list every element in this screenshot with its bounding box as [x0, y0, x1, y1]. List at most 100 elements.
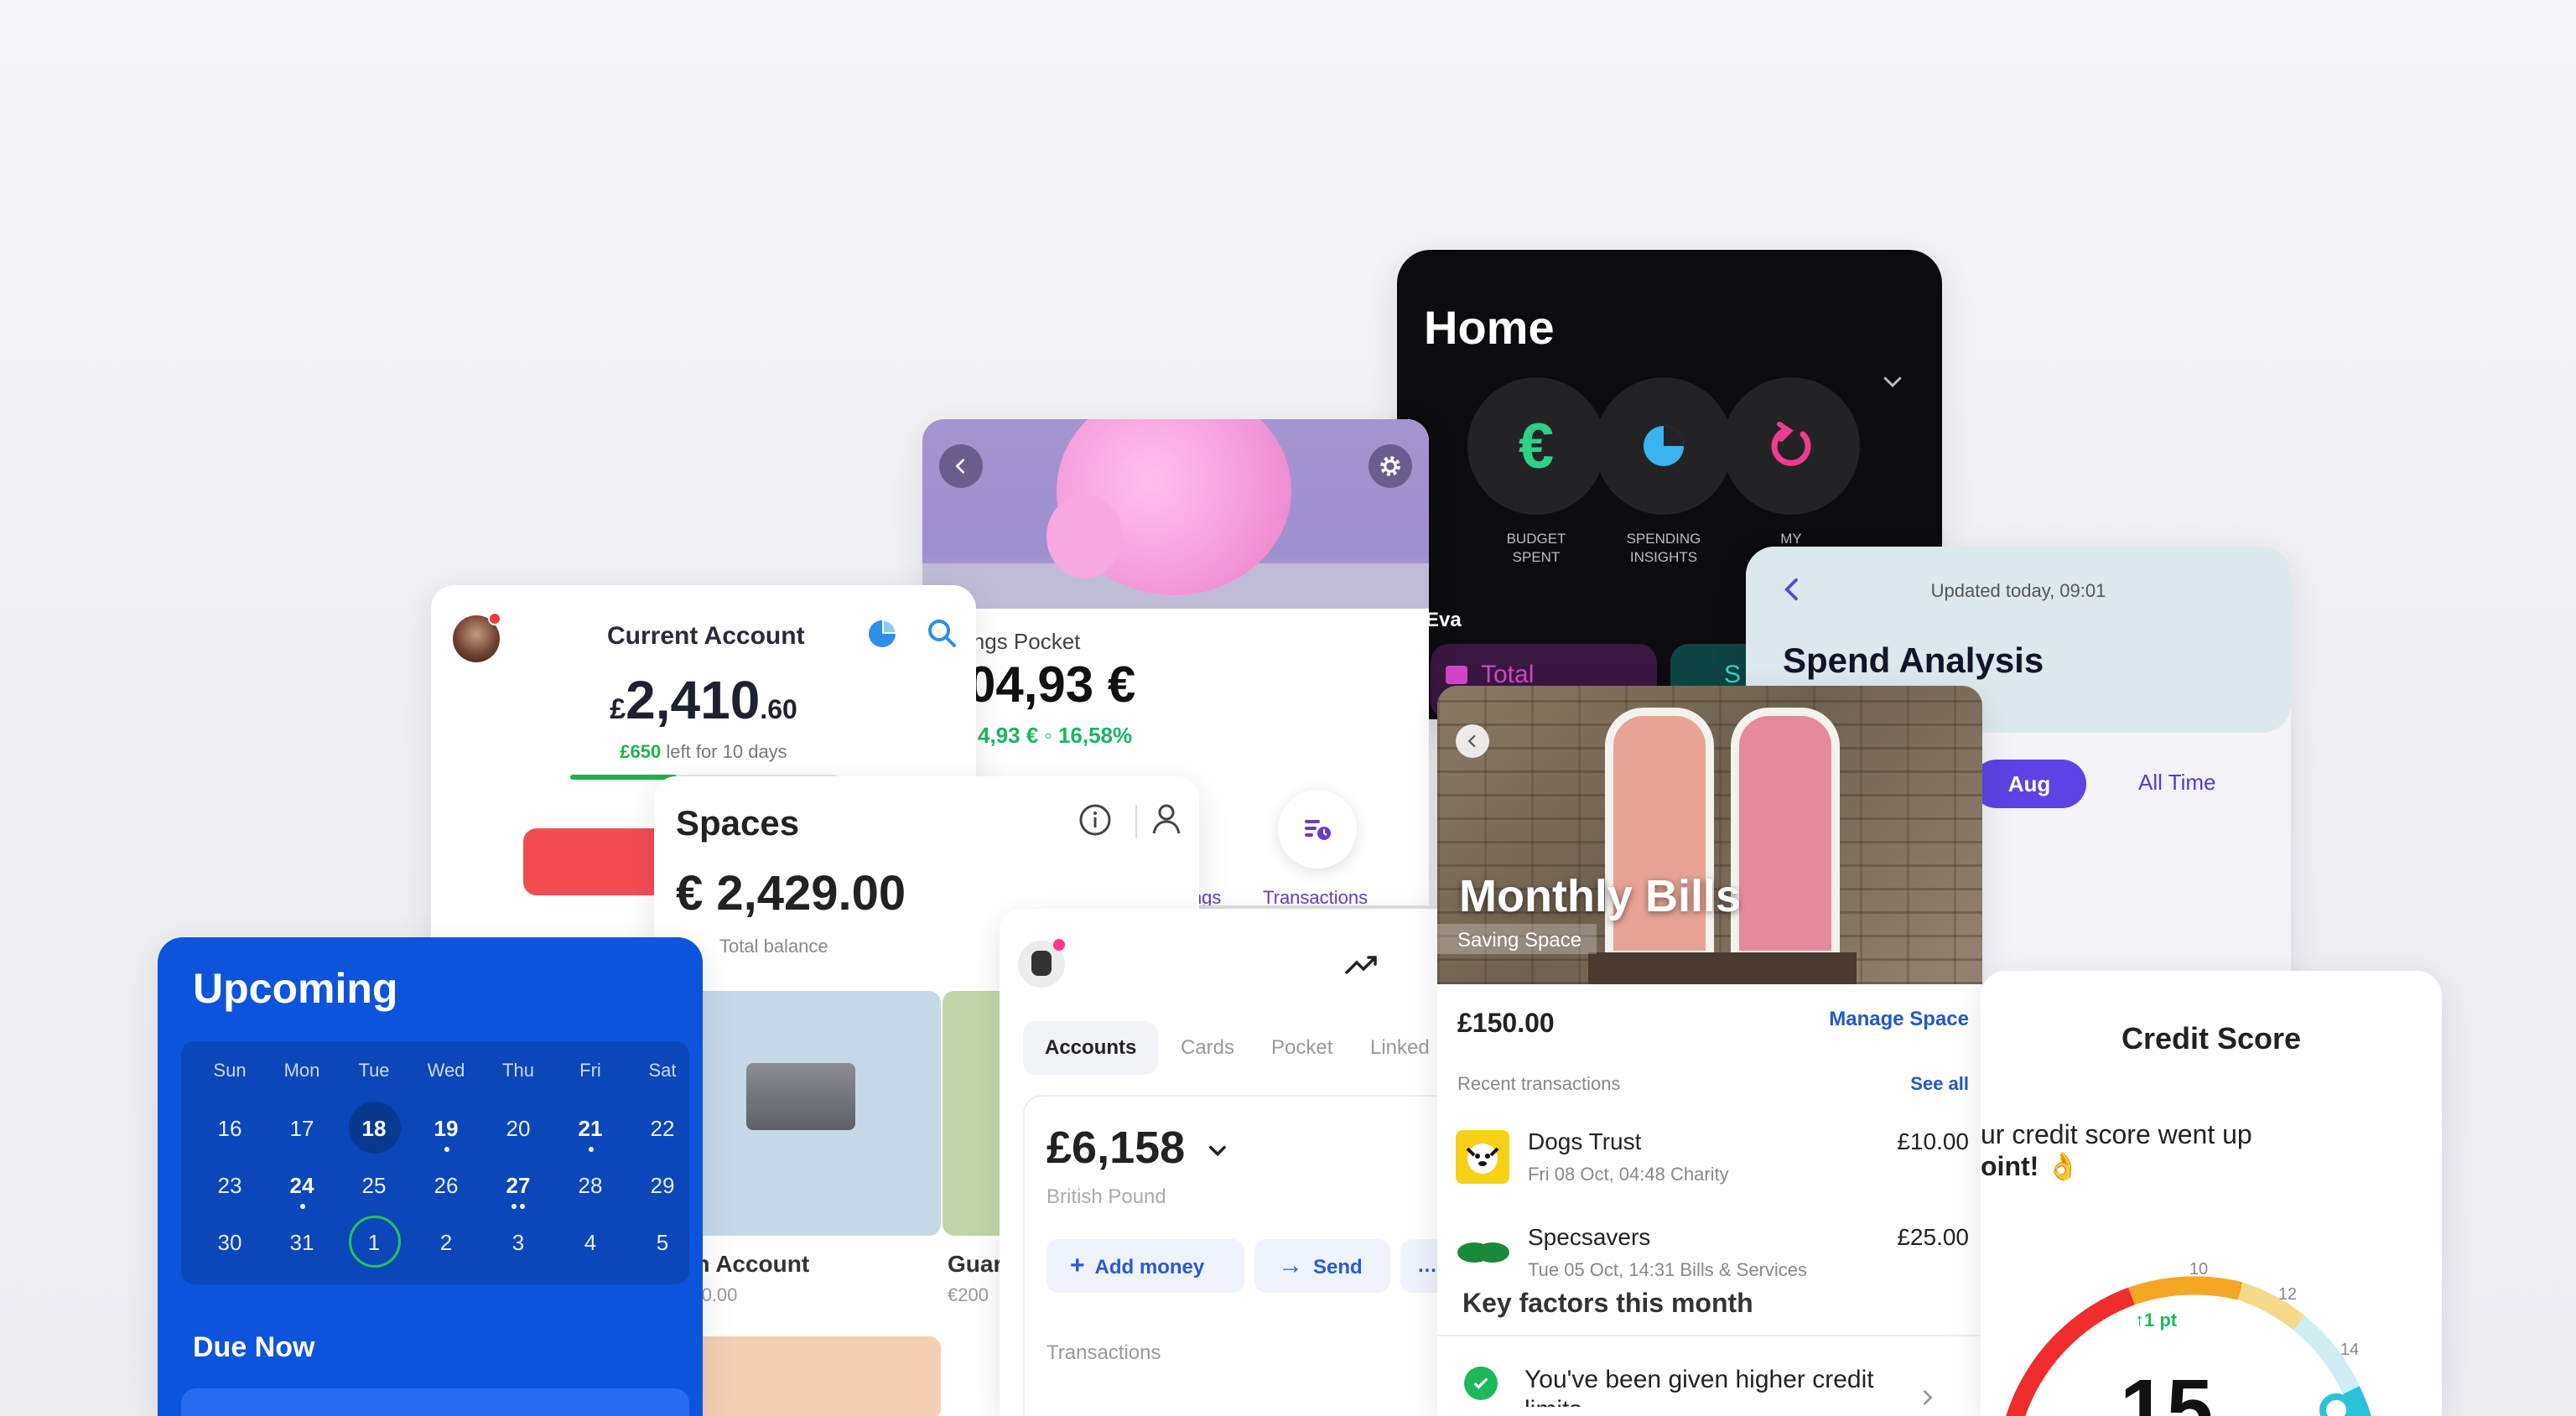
calendar-day[interactable]: 25 [339, 1160, 409, 1211]
transaction-meta: Fri 08 Oct, 04:48 Charity [1528, 1164, 1729, 1185]
upcoming-card: Upcoming Sun Mon Tue Wed Thu Fri Sat 16 17 18 19 20… [158, 937, 703, 1416]
transaction-value: £10.00 [1897, 1128, 1969, 1154]
tile-value: €200 [948, 1284, 989, 1305]
calendar-day[interactable]: 5 [627, 1217, 698, 1268]
calendar-day[interactable]: 3 [483, 1217, 553, 1268]
gear-icon [1380, 456, 1400, 476]
weekday-label: Thu [502, 1060, 534, 1081]
transactions-button[interactable] [1278, 790, 1357, 869]
account-balance: £2,410.60 [610, 670, 797, 730]
calendar-day[interactable]: 21 [555, 1103, 626, 1154]
pocket-amount: 04,93 € [968, 656, 1136, 713]
due-item[interactable] [181, 1388, 689, 1416]
calendar-day[interactable]: 24 [267, 1160, 337, 1211]
send-button[interactable]: → Send [1254, 1239, 1390, 1293]
transactions-label[interactable]: Transactions [1263, 887, 1368, 905]
calendar-day[interactable]: 16 [195, 1103, 265, 1154]
key-factor-text: You've been given higher credit limits [1524, 1366, 1874, 1407]
account-title: Current Account [607, 622, 805, 650]
calendar-day[interactable]: 4 [555, 1217, 626, 1268]
budget-spent-button[interactable]: € [1467, 377, 1605, 515]
tab-accounts[interactable]: Accounts [1023, 1021, 1159, 1075]
total-balance-label: Total balance [719, 936, 828, 957]
arrow-right-icon: → [1278, 1252, 1303, 1279]
spaces-title: Spaces [676, 803, 800, 843]
tab-pocket[interactable]: Pocket [1271, 1021, 1332, 1075]
profile-icon[interactable] [1147, 800, 1186, 838]
calendar-day[interactable]: 17 [267, 1103, 337, 1154]
spend-analysis-title: Spend Analysis [1783, 641, 2044, 680]
notification-dot [488, 612, 501, 625]
chevron-left-icon [955, 459, 965, 474]
recent-transactions-label: Recent transactions [1457, 1073, 1621, 1094]
calendar-day[interactable]: 27 [483, 1160, 553, 1211]
home-title: Home [1424, 301, 1555, 354]
calendar-day[interactable]: 18 [339, 1102, 409, 1154]
tab-cards[interactable]: Cards [1181, 1021, 1234, 1075]
credit-score-card: Credit Score ur credit score went up oint… [1981, 971, 2442, 1416]
calendar-day[interactable]: 2 [411, 1217, 481, 1268]
transaction-name: Specsavers [1528, 1224, 1651, 1250]
weekday-label: Sun [213, 1060, 247, 1081]
credit-score-value: 15 [2120, 1362, 2214, 1416]
key-factors-heading: Key factors this month [1462, 1288, 1753, 1318]
chevron-down-icon[interactable] [1206, 1139, 1229, 1162]
back-button[interactable] [1456, 724, 1489, 758]
notification-dot [1053, 939, 1065, 951]
search-icon[interactable] [926, 617, 958, 649]
account-currency: British Pound [1046, 1185, 1166, 1208]
space-subtitle: Saving Space [1437, 924, 1597, 954]
calendar-day[interactable]: 31 [267, 1217, 337, 1268]
accounts-card: Accounts Cards Pocket Linked £6,158 Brit… [1000, 909, 1469, 1416]
gauge-tick: 10 [2189, 1260, 2208, 1279]
calendar-day[interactable]: 29 [627, 1160, 698, 1211]
calendar-day[interactable]: 22 [627, 1103, 698, 1154]
manage-space-link[interactable]: Manage Space [1829, 1008, 1969, 1031]
space-title: Monthly Bills [1459, 871, 1741, 921]
budget-spent-label: BUDGET SPENT [1506, 531, 1566, 565]
spending-insights-button[interactable] [1595, 377, 1732, 515]
trending-up-icon[interactable] [1345, 952, 1379, 978]
pie-chart-icon[interactable] [867, 619, 897, 649]
see-all-link[interactable]: See all [1910, 1073, 1969, 1095]
back-button[interactable] [939, 444, 983, 488]
specsavers-logo [1456, 1226, 1509, 1279]
pie-chart-icon [1644, 426, 1684, 466]
space-tile[interactable] [676, 1336, 941, 1416]
spending-insights-label: SPENDING INSIGHTS [1626, 531, 1701, 565]
gauge-tick: 14 [2340, 1341, 2359, 1359]
tab-linked[interactable]: Linked [1370, 1021, 1430, 1075]
calendar-day[interactable]: 19 [411, 1103, 481, 1154]
monthly-bills-card: Monthly Bills Saving Space £150.00 Manag… [1437, 686, 1982, 1416]
transaction-row[interactable]: Dogs Trust Fri 08 Oct, 04:48 Charity £10… [1437, 1127, 1982, 1211]
calendar-day[interactable]: 30 [195, 1217, 265, 1268]
transaction-name: Dogs Trust [1528, 1128, 1642, 1154]
space-amount: £150.00 [1457, 1008, 1555, 1038]
euro-icon: € [1518, 410, 1555, 482]
calendar-day[interactable]: 20 [483, 1103, 553, 1154]
updated-label: Updated today, 09:01 [1930, 580, 2106, 601]
chevron-down-icon[interactable] [1880, 369, 1905, 394]
calendar-day[interactable]: 23 [195, 1160, 265, 1211]
calendar-day[interactable]: 1 [339, 1216, 409, 1268]
info-icon[interactable] [1077, 801, 1114, 838]
chevron-right-icon[interactable] [1919, 1388, 1937, 1407]
settings-button[interactable] [1368, 444, 1412, 488]
my-subscriptions-button[interactable] [1722, 377, 1860, 515]
calendar-day[interactable]: 26 [411, 1160, 481, 1211]
due-now-heading: Due Now [193, 1331, 315, 1363]
piggy-bank-image [922, 419, 1429, 609]
chevron-left-icon [1467, 734, 1476, 748]
period-all-time-button[interactable]: All Time [2138, 770, 2215, 796]
user-name: Eva [1426, 609, 1462, 631]
add-money-button[interactable]: + Add money [1046, 1239, 1244, 1293]
transaction-value: £25.00 [1897, 1224, 1969, 1250]
gauge-tick: 12 [2278, 1285, 2297, 1304]
weekday-label: Tue [358, 1060, 390, 1081]
score-change: ↑1 pt [2135, 1310, 2178, 1330]
plus-icon: + [1070, 1252, 1085, 1279]
period-aug-button[interactable]: Aug [1972, 760, 2086, 808]
weekday-label: Wed [427, 1060, 465, 1081]
upcoming-title: Upcoming [193, 965, 398, 1012]
calendar-day[interactable]: 28 [555, 1160, 626, 1211]
